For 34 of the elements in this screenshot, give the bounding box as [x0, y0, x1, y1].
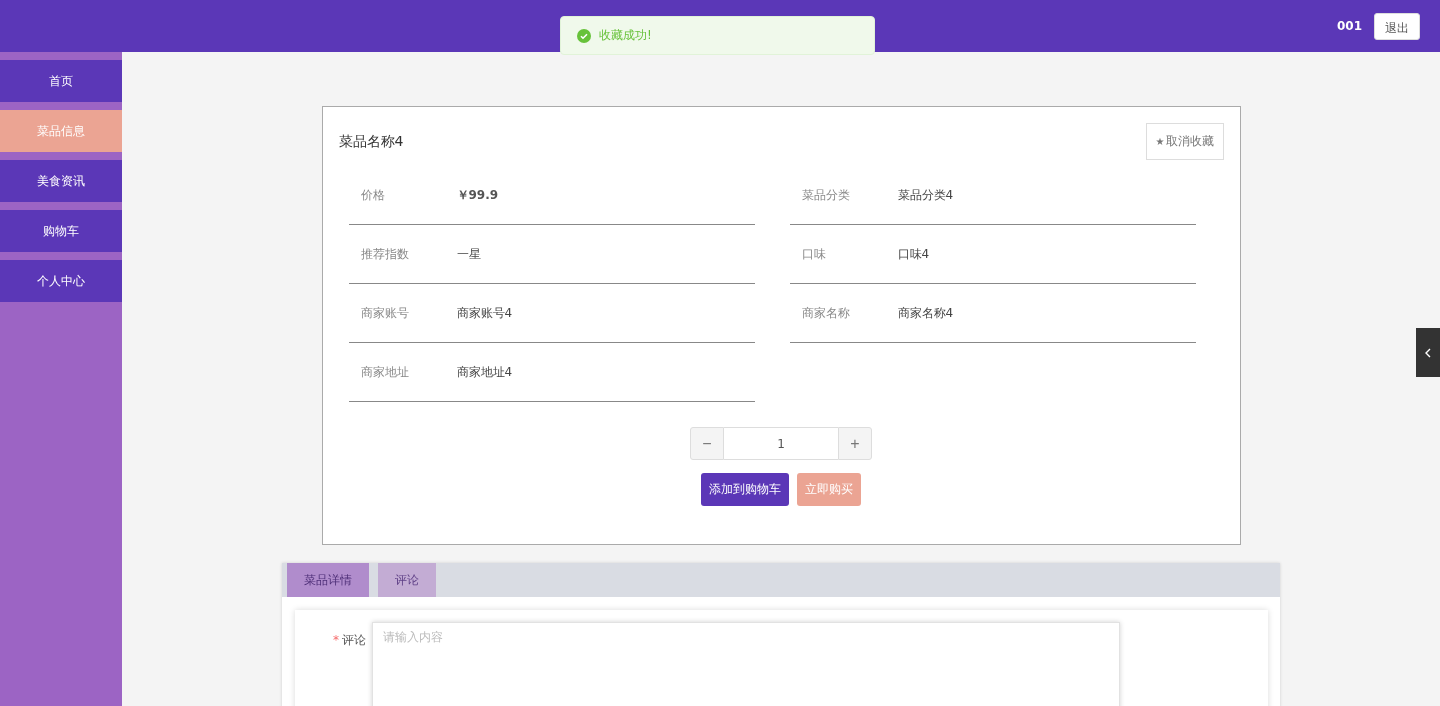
username: 001 [1336, 19, 1362, 33]
tab[interactable]: 菜品详情 [287, 563, 369, 597]
check-circle-icon [577, 28, 591, 43]
tab[interactable]: 评论 [378, 563, 436, 597]
field-label: 商家名称 [800, 304, 851, 322]
add-to-cart-button[interactable]: 添加到购物车 [701, 473, 789, 506]
logout-button[interactable]: 退出 [1374, 12, 1420, 40]
field-label: 推荐指数 [359, 245, 410, 263]
panel-toggle-button[interactable] [1416, 328, 1440, 377]
field-value: ￥99.9 [456, 186, 499, 204]
sidebar-item[interactable]: 美食资讯 [0, 160, 122, 202]
sidebar-item[interactable]: 首页 [0, 60, 122, 102]
increase-button[interactable]: + [838, 427, 872, 460]
field-label: 商家地址 [359, 363, 410, 381]
field-label: 菜品分类 [800, 186, 851, 204]
comment-label: * 评论 [333, 632, 366, 649]
field-label: 价格 [359, 186, 386, 204]
field-value: 商家账号4 [456, 304, 513, 322]
dish-name: 菜品名称4 [338, 132, 404, 151]
sidebar-item[interactable]: 个人中心 [0, 260, 122, 302]
quantity-field[interactable]: 1 [724, 427, 838, 460]
field-value: 商家名称4 [897, 304, 954, 322]
unfavorite-button[interactable]: ★取消收藏 [1145, 123, 1224, 160]
field-label: 口味 [800, 245, 827, 263]
comment-field[interactable]: 请输入内容 [372, 622, 1120, 706]
field-value: 一星 [456, 245, 481, 263]
chevron-left-icon [1424, 347, 1432, 358]
field-label: 商家账号 [359, 304, 410, 322]
field-value: 商家地址4 [456, 363, 513, 381]
sidebar-item[interactable]: 购物车 [0, 210, 122, 252]
decrease-button[interactable]: − [690, 427, 724, 460]
toast-text: 收藏成功! [599, 27, 652, 44]
field-value: 口味4 [897, 245, 930, 263]
field-value: 菜品分类4 [897, 186, 954, 204]
